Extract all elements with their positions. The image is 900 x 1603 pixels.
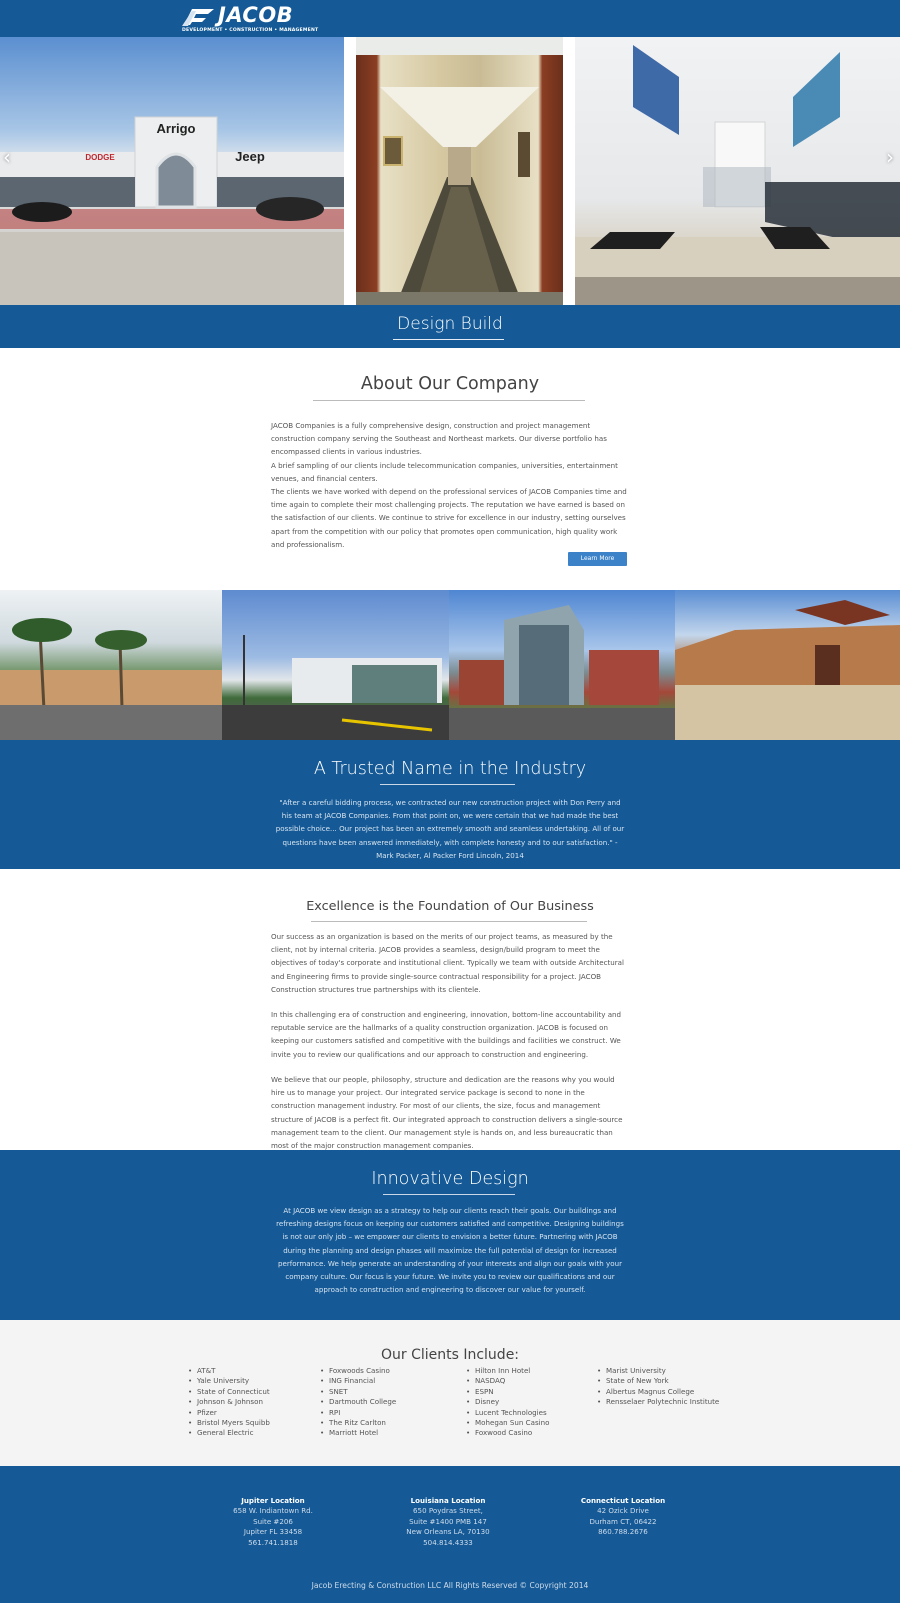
list-item: Lucent Technologies [466, 1408, 549, 1419]
jacob-logo[interactable]: JACOB DEVELOPMENT • CONSTRUCTION • MANAG… [182, 3, 318, 35]
testimonial-section: A Trusted Name in the Industry "After a … [0, 740, 900, 869]
glass-building-illustration [449, 605, 675, 740]
copyright-text: Jacob Erecting & Construction LLC All Ri… [311, 1581, 589, 1590]
list-item: AT&T [188, 1366, 270, 1377]
list-item: Foxwoods Casino [320, 1366, 396, 1377]
list-item: Marriott Hotel [320, 1428, 396, 1439]
clients-section: Our Clients Include: AT&T Yale Universit… [0, 1320, 900, 1466]
clients-column-3: Hilton Inn Hotel NASDAQ ESPN Disney Luce… [466, 1366, 549, 1439]
campus-illustration [222, 635, 449, 740]
location-jupiter: Jupiter Location 658 W. Indiantown Rd. S… [193, 1496, 353, 1548]
project-photo-glass-building [449, 590, 675, 740]
logo-wordmark: JACOB [218, 3, 294, 27]
about-divider [313, 400, 585, 401]
list-item: Mohegan Sun Casino [466, 1418, 549, 1429]
list-item: RPI [320, 1408, 396, 1419]
site-header: JACOB DEVELOPMENT • CONSTRUCTION • MANAG… [0, 0, 900, 37]
innovative-title: Innovative Design [371, 1169, 529, 1189]
list-item: Foxwood Casino [466, 1428, 549, 1439]
design-build-title[interactable]: Design Build [0, 314, 900, 334]
list-item: State of Connecticut [188, 1387, 270, 1398]
about-title: About Our Company [360, 374, 540, 394]
innovative-divider [383, 1194, 515, 1195]
list-item: Johnson & Johnson [188, 1397, 270, 1408]
chevron-left-icon[interactable]: ‹ [0, 145, 14, 169]
trusted-divider [380, 784, 515, 785]
list-item: NASDAQ [466, 1376, 549, 1387]
location-phone[interactable]: 860.788.2676 [543, 1527, 703, 1537]
project-photo-campus [222, 590, 449, 740]
location-title: Louisiana Location [410, 1496, 486, 1505]
sign-arrigo: Arrigo [157, 121, 196, 136]
design-build-underline [393, 339, 504, 340]
location-line: 650 Poydras Street, [413, 1506, 483, 1516]
lobby-illustration [575, 45, 900, 305]
sign-dodge: DODGE [85, 153, 115, 162]
list-item: Rensselaer Polytechnic Institute [597, 1397, 719, 1408]
location-phone[interactable]: 561.741.1818 [193, 1538, 353, 1548]
excellence-title: Excellence is the Foundation of Our Busi… [306, 899, 594, 914]
site-footer: Jupiter Location 658 W. Indiantown Rd. S… [0, 1466, 900, 1603]
location-line: New Orleans LA, 70130 [406, 1527, 490, 1537]
list-item: Bristol Myers Squibb [188, 1418, 270, 1429]
location-line: 42 Ozick Drive [597, 1506, 649, 1516]
location-line: Suite #1400 PMB 147 [409, 1516, 487, 1526]
project-photo-villa [675, 590, 900, 740]
excellence-divider [311, 921, 587, 922]
list-item: ESPN [466, 1387, 549, 1398]
list-item: The Ritz Carlton [320, 1418, 396, 1429]
project-photo-palms [0, 590, 222, 740]
sign-jeep: Jeep [235, 149, 265, 164]
location-connecticut: Connecticut Location 42 Ozick Drive Durh… [543, 1496, 703, 1538]
location-line: Durham CT, 06422 [589, 1516, 657, 1526]
innovative-text: At JACOB we view design as a strategy to… [276, 1206, 624, 1295]
excellence-paragraph-1: Our success as an organization is based … [271, 932, 624, 994]
about-text: JACOB Companies is a fully comprehensive… [271, 421, 627, 549]
location-line: Jupiter FL 33458 [243, 1527, 303, 1537]
innovative-design-section: Innovative Design At JACOB we view desig… [0, 1150, 900, 1320]
clients-column-2: Foxwoods Casino ING Financial SNET Dartm… [320, 1366, 396, 1439]
location-title: Connecticut Location [580, 1496, 666, 1505]
excellence-paragraph-3: We believe that our people, philosophy, … [271, 1075, 623, 1151]
list-item: Disney [466, 1397, 549, 1408]
palms-illustration [0, 618, 222, 740]
location-line: 658 W. Indiantown Rd. [233, 1506, 313, 1516]
learn-more-button[interactable]: Learn More [568, 552, 627, 566]
dealership-photo: Arrigo DODGE Jeep [0, 37, 344, 305]
hero-slider: Arrigo DODGE Jeep ‹ › [0, 37, 900, 305]
villa-illustration [675, 600, 900, 740]
logo-mark-icon [182, 9, 214, 26]
lobby-photo [575, 37, 900, 305]
list-item: Yale University [188, 1376, 270, 1387]
list-item: SNET [320, 1387, 396, 1398]
clients-column-4: Marist University State of New York Albe… [597, 1366, 719, 1408]
clients-column-1: AT&T Yale University State of Connecticu… [188, 1366, 270, 1439]
location-line: Suite #206 [253, 1516, 293, 1526]
list-item: General Electric [188, 1428, 270, 1439]
location-phone[interactable]: 504.814.4333 [368, 1538, 528, 1548]
excellence-paragraph-2: In this challenging era of construction … [271, 1010, 622, 1059]
list-item: Pfizer [188, 1408, 270, 1419]
location-title: Jupiter Location [241, 1496, 305, 1505]
design-build-banner: Design Build [0, 305, 900, 348]
list-item: State of New York [597, 1376, 719, 1387]
logo-tagline: DEVELOPMENT • CONSTRUCTION • MANAGEMENT [182, 28, 319, 33]
list-item: Dartmouth College [320, 1397, 396, 1408]
list-item: Hilton Inn Hotel [466, 1366, 549, 1377]
list-item: ING Financial [320, 1376, 396, 1387]
trusted-title: A Trusted Name in the Industry [313, 759, 587, 779]
dealership-illustration: Arrigo DODGE Jeep [0, 116, 344, 305]
chevron-right-icon[interactable]: › [883, 145, 897, 169]
testimonial-quote: "After a careful bidding process, we con… [275, 798, 625, 860]
corridor-photo [356, 37, 563, 305]
list-item: Marist University [597, 1366, 719, 1377]
clients-title: Our Clients Include: [380, 1347, 520, 1363]
corridor-illustration [356, 37, 563, 305]
list-item: Albertus Magnus College [597, 1387, 719, 1398]
location-louisiana: Louisiana Location 650 Poydras Street, S… [368, 1496, 528, 1548]
